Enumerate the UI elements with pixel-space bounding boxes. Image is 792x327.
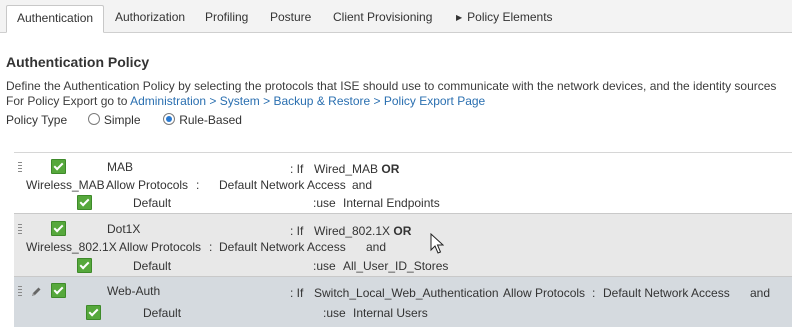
mouse-pointer-icon: [430, 233, 444, 254]
radio-rule-based[interactable]: [163, 113, 176, 125]
colon-separator: :: [196, 178, 200, 192]
policy-tab-bar: Authentication Authorization Profiling P…: [0, 0, 792, 33]
rule-condition-name: Wired_802.1X: [314, 224, 391, 238]
rule-name: Web-Auth: [107, 284, 161, 298]
identity-source[interactable]: All_User_ID_Stores: [343, 259, 448, 273]
default-label: Default: [133, 196, 172, 210]
default-enabled-checkbox[interactable]: [86, 305, 101, 320]
and-label: and: [366, 240, 387, 254]
use-label: :use: [313, 196, 336, 210]
rule-enabled-checkbox[interactable]: [51, 159, 66, 174]
allow-protocols-label: Allow Protocols: [106, 178, 189, 192]
rule-condition[interactable]: Wired_MAB OR: [314, 162, 399, 176]
radio-simple-label[interactable]: Simple: [104, 113, 141, 127]
and-label: and: [750, 286, 771, 300]
allow-protocols-label: Allow Protocols: [503, 286, 586, 300]
use-label: :use: [323, 306, 346, 320]
rule-enabled-checkbox[interactable]: [51, 221, 66, 236]
tab-posture[interactable]: Posture: [270, 6, 311, 32]
default-enabled-checkbox[interactable]: [77, 195, 92, 210]
rule-condition[interactable]: Switch_Local_Web_Authentication: [314, 286, 499, 300]
rule-if-label: : If: [290, 224, 304, 238]
rule-condition-2[interactable]: Wireless_MAB: [26, 178, 105, 192]
tab-authorization[interactable]: Authorization: [115, 6, 185, 32]
triangle-right-icon: ▶: [456, 13, 463, 22]
tab-profiling[interactable]: Profiling: [205, 6, 248, 32]
drag-handle-icon[interactable]: [18, 224, 22, 236]
rule-operator: OR: [381, 162, 400, 176]
radio-rule-based-label[interactable]: Rule-Based: [179, 113, 242, 127]
page-description: Define the Authentication Policy by sele…: [6, 79, 777, 93]
rule-condition[interactable]: Wired_802.1X OR: [314, 224, 411, 238]
identity-source[interactable]: Internal Endpoints: [343, 196, 440, 210]
rule-condition-2[interactable]: Wireless_802.1X: [26, 240, 117, 254]
rule-name: MAB: [107, 160, 134, 174]
policy-export-prefix: For Policy Export go to: [6, 94, 131, 108]
default-enabled-checkbox[interactable]: [77, 258, 92, 273]
drag-handle-icon[interactable]: [18, 286, 22, 298]
radio-simple[interactable]: [87, 113, 100, 125]
allowed-protocol[interactable]: Default Network Access: [603, 286, 730, 300]
rule-condition-name: Wired_MAB: [314, 162, 379, 176]
tab-client-provisioning[interactable]: Client Provisioning: [333, 6, 432, 32]
colon-separator: :: [592, 286, 596, 300]
policy-export-link[interactable]: Administration > System > Backup & Resto…: [130, 94, 485, 108]
pencil-icon[interactable]: [30, 286, 42, 298]
tab-authentication[interactable]: Authentication: [6, 5, 105, 33]
default-label: Default: [133, 259, 172, 273]
drag-handle-icon[interactable]: [18, 162, 22, 174]
allowed-protocol[interactable]: Default Network Access: [219, 240, 346, 254]
rule-name: Dot1X: [107, 222, 141, 236]
page-title: Authentication Policy: [6, 54, 150, 70]
default-label: Default: [143, 306, 182, 320]
tab-policy-elements[interactable]: ▶ Policy Elements: [456, 6, 553, 32]
and-label: and: [352, 178, 373, 192]
policy-type-selector: Policy Type Simple Rule-Based: [6, 112, 242, 127]
allowed-protocol[interactable]: Default Network Access: [219, 178, 346, 192]
policy-export-line: For Policy Export go to Administration >…: [6, 94, 485, 108]
policy-type-label: Policy Type: [6, 113, 68, 127]
rule-if-label: : If: [290, 286, 304, 300]
allow-protocols-label: Allow Protocols: [119, 240, 202, 254]
use-label: :use: [313, 259, 336, 273]
rule-operator: OR: [393, 224, 412, 238]
tab-policy-elements-label: Policy Elements: [467, 10, 553, 24]
colon-separator: :: [209, 240, 213, 254]
rule-if-label: : If: [290, 162, 304, 176]
identity-source[interactable]: Internal Users: [353, 306, 428, 320]
rule-enabled-checkbox[interactable]: [51, 283, 66, 298]
